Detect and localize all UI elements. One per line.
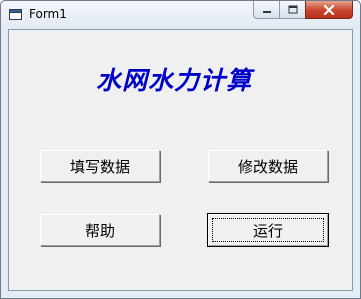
form-window-icon <box>9 9 22 20</box>
close-icon <box>323 4 335 15</box>
maximize-button[interactable] <box>279 1 305 19</box>
run-button-label: 运行 <box>252 221 283 240</box>
run-button[interactable]: 运行 <box>207 213 329 247</box>
modify-data-button[interactable]: 修改数据 <box>208 150 328 182</box>
modify-data-button-label: 修改数据 <box>237 157 298 176</box>
fill-data-button[interactable]: 填写数据 <box>40 150 160 182</box>
minimize-button[interactable] <box>253 1 279 19</box>
window-title: Form1 <box>29 7 67 21</box>
help-button[interactable]: 帮助 <box>40 214 160 246</box>
help-button-label: 帮助 <box>84 221 115 240</box>
fill-data-button-label: 填写数据 <box>69 157 130 176</box>
page-title: 水网水力计算 <box>96 66 253 95</box>
maximize-icon <box>288 5 297 14</box>
title-bar[interactable]: Form1 <box>1 1 360 29</box>
minimize-icon <box>262 10 271 13</box>
close-button[interactable] <box>305 1 353 19</box>
window-controls <box>253 1 355 20</box>
